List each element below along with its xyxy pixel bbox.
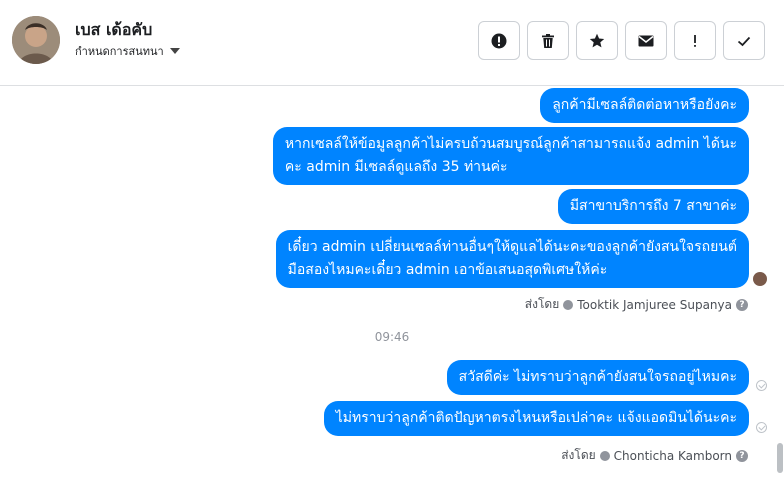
help-icon[interactable]: ? xyxy=(736,449,748,462)
message-bubble[interactable]: หากเซลล์ให้ข้อมูลลูกค้าไม่ครบถ้วนสมบูรณ์… xyxy=(272,127,749,185)
seen-avatar xyxy=(753,272,767,286)
exclamation-circle-icon xyxy=(491,33,507,48)
message-text: สวัสดีค่ะ ไม่ทราบว่าลูกค้ายังสนใจรถอยู่ไ… xyxy=(458,369,737,385)
person-icon xyxy=(12,16,60,64)
sent-check-icon xyxy=(756,380,767,391)
sent-by-prefix: ส่งโดย xyxy=(524,297,560,311)
report-button[interactable] xyxy=(478,21,520,60)
message-bubble[interactable]: เดี๋ยว admin เปลี่ยนเซลล์ท่านอื่นๆให้ดูแ… xyxy=(275,230,749,288)
help-icon[interactable]: ? xyxy=(736,298,748,311)
verified-icon xyxy=(599,450,610,461)
message-timestamp: 09:46 xyxy=(374,330,410,344)
sent-by-name[interactable]: Tooktik Jamjuree Supanya xyxy=(577,298,732,312)
sent-check-icon xyxy=(756,422,767,433)
checkmark-icon xyxy=(737,36,751,46)
contact-avatar[interactable] xyxy=(12,16,60,64)
conversation-options[interactable]: กำหนดการสนทนา xyxy=(75,42,180,60)
message-text: มือสองไหมคะเดี๋ยว admin เอาข้อเสนอสุดพิเ… xyxy=(287,262,608,278)
sent-by-name[interactable]: Chonticha Kamborn xyxy=(614,449,732,463)
contact-name[interactable]: เบส เด้อคับ xyxy=(75,18,152,43)
header-actions xyxy=(478,21,765,60)
delete-button[interactable] xyxy=(527,21,569,60)
star-icon xyxy=(589,33,605,47)
message-text: ไม่ทราบว่าลูกค้าติดปัญหาตรงไหนหรือเปล่าค… xyxy=(335,410,737,426)
message-bubble[interactable]: สวัสดีค่ะ ไม่ทราบว่าลูกค้ายังสนใจรถอยู่ไ… xyxy=(446,360,749,395)
message-text: คะ admin มีเซลล์ดูแลถึง 35 ท่านค่ะ xyxy=(284,159,508,175)
exclamation-icon xyxy=(694,34,696,47)
message-text: ลูกค้ามีเซลล์ติดต่อหาหรือยังคะ xyxy=(552,97,737,113)
trash-icon xyxy=(542,33,554,48)
star-button[interactable] xyxy=(576,21,618,60)
done-button[interactable] xyxy=(723,21,765,60)
spam-button[interactable] xyxy=(674,21,716,60)
message-thread[interactable]: ลูกค้ามีเซลล์ติดต่อหาหรือยังคะ หากเซลล์ใ… xyxy=(0,86,784,490)
message-text: หากเซลล์ให้ข้อมูลลูกค้าไม่ครบถ้วนสมบูรณ์… xyxy=(284,136,737,152)
caret-down-icon xyxy=(169,48,180,54)
verified-icon xyxy=(563,299,574,310)
message-text: มีสาขาบริการถึง 7 สาขาค่ะ xyxy=(569,198,737,214)
message-bubble[interactable]: ลูกค้ามีเซลล์ติดต่อหาหรือยังคะ xyxy=(540,88,749,123)
conversation-header: เบส เด้อคับ กำหนดการสนทนา xyxy=(0,0,784,86)
message-text: เดี๋ยว admin เปลี่ยนเซลล์ท่านอื่นๆให้ดูแ… xyxy=(287,239,737,255)
envelope-icon xyxy=(638,35,654,46)
message-bubble[interactable]: ไม่ทราบว่าลูกค้าติดปัญหาตรงไหนหรือเปล่าค… xyxy=(323,401,749,436)
conversation-options-label: กำหนดการสนทนา xyxy=(75,45,164,58)
sent-by-label: ส่งโดย Tooktik Jamjuree Supanya ? xyxy=(525,295,748,314)
sent-by-prefix: ส่งโดย xyxy=(561,448,596,462)
scrollbar[interactable] xyxy=(776,86,784,490)
message-bubble[interactable]: มีสาขาบริการถึง 7 สาขาค่ะ xyxy=(557,189,749,224)
mark-unread-button[interactable] xyxy=(625,21,667,60)
sent-by-label: ส่งโดย Chonticha Kamborn ? xyxy=(561,446,748,465)
scrollbar-thumb[interactable] xyxy=(777,443,783,473)
